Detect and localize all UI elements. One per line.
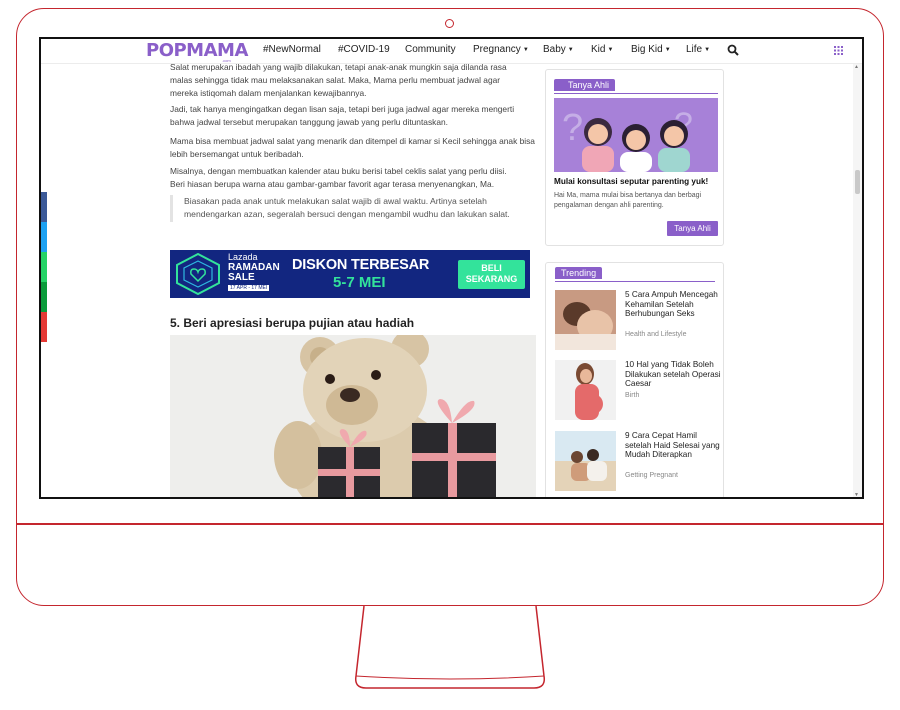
tanya-ahli-illustration: ? ?: [554, 98, 718, 172]
trending-title[interactable]: 9 Cara Cepat Hamil setelah Haid Selesai …: [625, 431, 721, 460]
article-paragraph: Mama bisa membuat jadwal salat yang mena…: [170, 136, 535, 160]
page-scrollbar[interactable]: ▲ ▼: [853, 64, 862, 497]
article-paragraph: Misalnya, dengan membuatkan kalender ata…: [170, 166, 507, 190]
site-logo[interactable]: POPMAMA: [146, 40, 248, 61]
search-icon[interactable]: [727, 44, 739, 56]
nav-item-community[interactable]: Community: [405, 44, 456, 55]
tanya-ahli-card: Tanya Ahli ? ? Mulai konsultasi seputar …: [545, 69, 724, 246]
article-paragraph: Jadi, tak hanya mengingatkan degan lisan…: [170, 104, 515, 128]
copy-link-share-icon[interactable]: [41, 312, 47, 342]
nav-item-label: Community: [405, 44, 456, 55]
trending-title[interactable]: 10 Hal yang Tidak Boleh Dilakukan setela…: [625, 360, 721, 389]
banner-dates: 17 APR - 17 MEI: [228, 285, 270, 291]
banner-cta-button[interactable]: BELI SEKARANG: [458, 260, 525, 289]
nav-item-covid19[interactable]: #COVID-19: [338, 44, 390, 55]
chevron-down-icon: ▼: [567, 47, 574, 53]
scroll-up-icon[interactable]: ▲: [854, 64, 859, 70]
browser-screen: POPMAMA .com #NewNormal #COVID-19 Commun…: [39, 37, 864, 499]
nav-item-life[interactable]: Life ▼: [686, 44, 710, 55]
ramadan-lantern-icon: [176, 253, 220, 295]
trending-underline: [555, 281, 715, 282]
scrollbar-thumb[interactable]: [855, 170, 860, 194]
ad-banner[interactable]: Lazada RAMADAN SALE 17 APR - 17 MEI DISK…: [170, 250, 530, 298]
trending-category[interactable]: Getting Pregnant: [625, 472, 678, 479]
banner-cta-line2: SEKARANG: [465, 274, 518, 284]
couple-photo-image: [555, 290, 616, 350]
nav-item-label: Life: [686, 44, 703, 55]
nav-item-label: #NewNormal: [263, 44, 321, 55]
trending-category[interactable]: Health and Lifestyle: [625, 331, 686, 338]
article-paragraph: Salat merupakan ibadah yang wajib dilaku…: [170, 62, 507, 99]
trending-thumbnail[interactable]: [555, 290, 616, 350]
trending-category[interactable]: Birth: [625, 392, 639, 399]
trending-thumbnail[interactable]: [555, 431, 616, 491]
chevron-down-icon: ▼: [522, 47, 529, 53]
trending-label: Trending: [555, 267, 603, 279]
chevron-down-icon: ▼: [704, 47, 711, 53]
nav-item-label: Pregnancy: [473, 44, 521, 55]
article-hero-image: [170, 335, 536, 497]
banner-brand: Lazada: [228, 252, 258, 262]
grid-menu-icon[interactable]: [834, 46, 843, 55]
svg-text:?: ?: [562, 107, 583, 149]
nav-item-kid[interactable]: Kid ▼: [591, 44, 613, 55]
trending-title[interactable]: 5 Cara Ampuh Mencegah Kehamilan Setelah …: [625, 290, 721, 319]
banner-headline: DISKON TERBESAR: [292, 257, 430, 273]
trending-card: Trending 5 Cara Ampuh Mencegah Kehamilan…: [545, 262, 724, 497]
facebook-share-icon[interactable]: [41, 192, 47, 222]
beach-couple-image: [555, 431, 616, 491]
article-quote: Biasakan pada anak untuk melakukan salat…: [170, 195, 536, 222]
trending-thumbnail[interactable]: [555, 360, 616, 420]
teddy-bear-gift-illustration: [170, 335, 536, 497]
tanya-ahli-button[interactable]: Tanya Ahli: [667, 221, 718, 236]
pregnant-woman-image: [555, 360, 616, 420]
banner-sale-line2: SALE: [228, 272, 255, 283]
scroll-down-icon[interactable]: ▼: [854, 492, 859, 497]
chevron-down-icon: ▼: [664, 47, 671, 53]
twitter-share-icon[interactable]: [41, 222, 47, 252]
tanya-ahli-label: Tanya Ahli: [554, 79, 616, 91]
banner-cta-line1: BELI: [481, 263, 502, 273]
chevron-down-icon: ▼: [607, 47, 614, 53]
nav-item-newnormal[interactable]: #NewNormal: [263, 44, 321, 55]
nav-item-label: Big Kid: [631, 44, 663, 55]
nav-item-label: Kid: [591, 44, 606, 55]
social-share-bar[interactable]: [41, 192, 47, 342]
nav-item-label: Baby: [543, 44, 566, 55]
tanya-ahli-heading: Mulai konsultasi seputar parenting yuk!: [554, 177, 709, 186]
nav-item-big-kid[interactable]: Big Kid ▼: [631, 44, 671, 55]
monitor-chin-divider: [17, 523, 883, 525]
monitor-stand: [354, 606, 546, 689]
camera-icon: [445, 19, 454, 28]
nav-item-label: #COVID-19: [338, 44, 390, 55]
nav-item-pregnancy[interactable]: Pregnancy ▼: [473, 44, 529, 55]
tanya-ahli-description: Hai Ma, mama mulai bisa bertanya dan ber…: [554, 192, 702, 209]
section-title: 5. Beri apresiasi berupa pujian atau had…: [170, 316, 415, 330]
tanya-ahli-underline: [554, 93, 718, 94]
whatsapp-share-icon[interactable]: [41, 252, 47, 282]
question-mark-icon: ? ?: [562, 106, 693, 172]
banner-date-big: 5-7 MEI: [333, 274, 386, 291]
line-share-icon[interactable]: [41, 282, 47, 312]
nav-item-baby[interactable]: Baby ▼: [543, 44, 574, 55]
